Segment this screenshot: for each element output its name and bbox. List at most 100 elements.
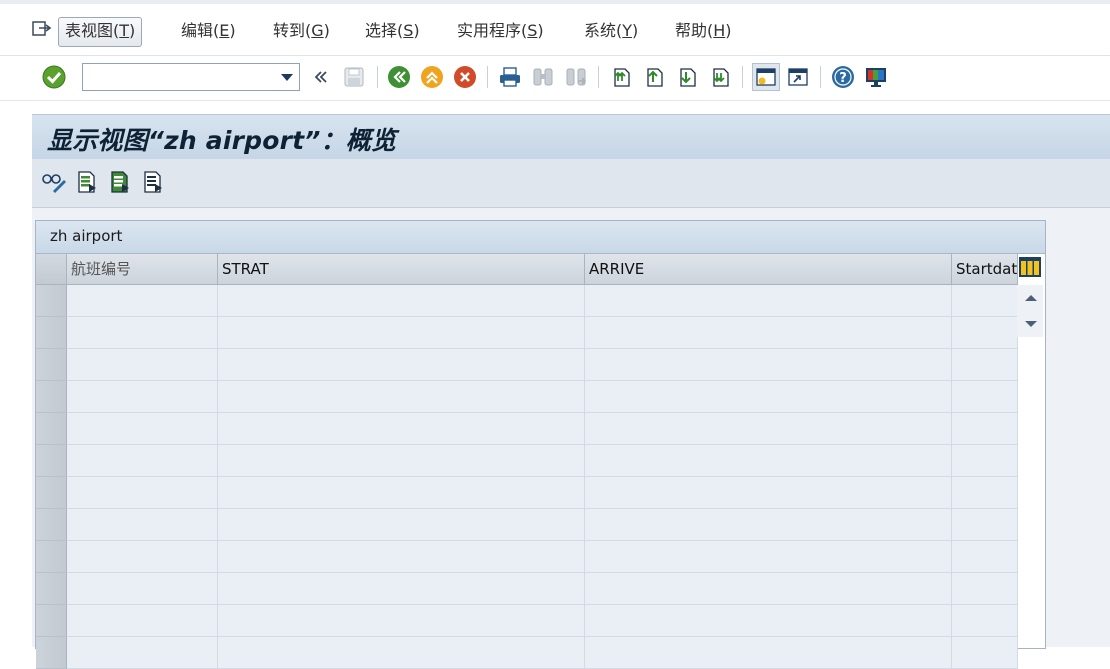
table-cell[interactable] — [218, 477, 585, 509]
table-cell[interactable] — [67, 605, 218, 637]
back-icon[interactable] — [386, 64, 412, 90]
first-page-icon[interactable] — [608, 64, 634, 90]
column-settings-icon[interactable] — [1018, 255, 1042, 279]
next-page-icon[interactable] — [674, 64, 700, 90]
save-icon[interactable] — [341, 64, 367, 90]
table-cell[interactable] — [67, 349, 218, 381]
table-cell[interactable] — [218, 413, 585, 445]
table-cell[interactable] — [585, 349, 952, 381]
table-cell[interactable] — [585, 509, 952, 541]
table-cell[interactable] — [67, 285, 218, 317]
table-cell[interactable] — [218, 509, 585, 541]
menu-table-view[interactable]: 表视图(T) — [58, 17, 143, 47]
table-cell[interactable] — [67, 381, 218, 413]
table-cell[interactable] — [67, 317, 218, 349]
table-cell[interactable] — [67, 413, 218, 445]
last-page-icon[interactable] — [707, 64, 733, 90]
table-cell[interactable] — [585, 477, 952, 509]
table-cell[interactable] — [218, 573, 585, 605]
table-cell[interactable] — [952, 445, 1018, 477]
menu-help[interactable]: 帮助(H) — [669, 17, 738, 45]
table-cell[interactable] — [67, 541, 218, 573]
column-header-arrive[interactable]: ARRIVE — [585, 254, 952, 285]
table-cell[interactable] — [952, 477, 1018, 509]
table-cell[interactable] — [585, 317, 952, 349]
print-icon[interactable] — [497, 64, 523, 90]
row-selector[interactable] — [36, 285, 67, 317]
row-selector[interactable] — [36, 349, 67, 381]
table-cell[interactable] — [218, 317, 585, 349]
row-selector[interactable] — [36, 541, 67, 573]
command-dropdown-icon[interactable] — [281, 74, 293, 81]
table-cell[interactable] — [585, 605, 952, 637]
table-cell[interactable] — [952, 541, 1018, 573]
row-selector[interactable] — [36, 445, 67, 477]
table-cell[interactable] — [218, 285, 585, 317]
table-cell[interactable] — [952, 637, 1018, 669]
create-session-icon[interactable] — [752, 63, 780, 91]
row-selector[interactable] — [36, 381, 67, 413]
table-cell[interactable] — [67, 477, 218, 509]
table-cell[interactable] — [218, 381, 585, 413]
table-cell[interactable] — [952, 381, 1018, 413]
previous-page-icon[interactable] — [641, 64, 667, 90]
table-cell[interactable] — [585, 445, 952, 477]
row-selector[interactable] — [36, 605, 67, 637]
menu-selection[interactable]: 选择(S) — [359, 17, 426, 45]
find-next-icon[interactable] — [563, 64, 589, 90]
table-cell[interactable] — [952, 317, 1018, 349]
cancel-icon[interactable] — [452, 64, 478, 90]
command-field[interactable] — [82, 63, 300, 91]
table-cell[interactable] — [218, 637, 585, 669]
table-cell[interactable] — [67, 445, 218, 477]
table-cell[interactable] — [218, 445, 585, 477]
exit-icon[interactable] — [419, 64, 445, 90]
row-selector[interactable] — [36, 573, 67, 605]
display-change-icon[interactable] — [41, 169, 67, 195]
select-all-cell[interactable] — [36, 254, 67, 285]
table-cell[interactable] — [218, 605, 585, 637]
shortcut-icon[interactable] — [785, 64, 811, 90]
column-header-startdate[interactable]: Startdat — [952, 254, 1018, 285]
delete-icon[interactable] — [140, 169, 166, 195]
table-cell[interactable] — [585, 541, 952, 573]
new-entries-icon[interactable] — [74, 169, 100, 195]
table-cell[interactable] — [952, 349, 1018, 381]
table-cell[interactable] — [952, 285, 1018, 317]
table-cell[interactable] — [67, 573, 218, 605]
table-cell[interactable] — [585, 381, 952, 413]
menu-utilities[interactable]: 实用程序(S) — [451, 17, 550, 45]
table-cell[interactable] — [585, 573, 952, 605]
table-cell[interactable] — [218, 541, 585, 573]
menu-system[interactable]: 系统(Y) — [578, 17, 644, 45]
menu-goto[interactable]: 转到(G) — [267, 17, 336, 45]
customize-layout-icon[interactable] — [863, 64, 889, 90]
find-icon[interactable] — [530, 64, 556, 90]
scroll-down-icon[interactable] — [1025, 321, 1037, 327]
row-selector[interactable] — [36, 317, 67, 349]
enter-icon[interactable] — [41, 64, 67, 90]
collapse-icon[interactable] — [308, 64, 334, 90]
vertical-scrollbar[interactable] — [1017, 285, 1043, 337]
column-header-strat[interactable]: STRAT — [218, 254, 585, 285]
table-cell[interactable] — [585, 413, 952, 445]
menu-toggle-icon[interactable] — [32, 21, 52, 37]
row-selector[interactable] — [36, 637, 67, 669]
row-selector[interactable] — [36, 477, 67, 509]
table-cell[interactable] — [952, 413, 1018, 445]
command-input[interactable] — [83, 64, 285, 90]
copy-as-icon[interactable] — [107, 169, 133, 195]
menu-edit[interactable]: 编辑(E) — [175, 17, 242, 45]
table-cell[interactable] — [67, 637, 218, 669]
row-selector[interactable] — [36, 413, 67, 445]
table-cell[interactable] — [952, 509, 1018, 541]
table-cell[interactable] — [218, 349, 585, 381]
scroll-up-icon[interactable] — [1025, 295, 1037, 301]
column-header-flight-no[interactable]: 航班编号 — [67, 254, 218, 285]
table-cell[interactable] — [585, 637, 952, 669]
row-selector[interactable] — [36, 509, 67, 541]
table-cell[interactable] — [952, 605, 1018, 637]
table-cell[interactable] — [585, 285, 952, 317]
help-icon[interactable]: ? — [830, 64, 856, 90]
table-cell[interactable] — [67, 509, 218, 541]
